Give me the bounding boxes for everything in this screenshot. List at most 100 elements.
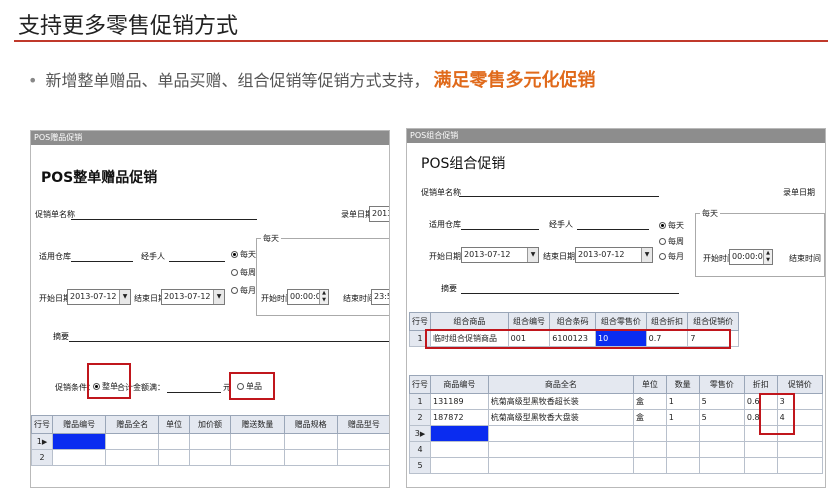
chevron-down-icon[interactable]: ▼: [527, 248, 538, 262]
table-cell[interactable]: [487, 425, 635, 442]
end-date-picker[interactable]: 2013-07-12 ▼: [161, 289, 225, 305]
start-time-input[interactable]: 00:00:00 ▲ ▼: [287, 289, 329, 305]
warehouse-input[interactable]: [71, 261, 133, 262]
freq-daily-radio[interactable]: 每天: [659, 220, 684, 231]
table-cell[interactable]: [743, 441, 778, 458]
freq-weekly-radio[interactable]: 每周: [231, 267, 256, 278]
total-amount-input[interactable]: [167, 392, 221, 393]
summary-input[interactable]: [461, 293, 679, 294]
table-cell[interactable]: [665, 441, 700, 458]
table-cell[interactable]: 1: [665, 393, 700, 410]
table-row[interactable]: 5: [409, 457, 824, 474]
entry-date-input[interactable]: 2013-07: [369, 206, 389, 222]
doc-name-input[interactable]: [459, 196, 659, 197]
table-row[interactable]: 1▶: [31, 433, 389, 450]
table-cell[interactable]: [105, 449, 160, 466]
table-cell[interactable]: [336, 449, 389, 466]
handler-input[interactable]: [169, 261, 225, 262]
spinner-icon[interactable]: ▲ ▼: [319, 290, 328, 304]
col-header[interactable]: 组合商品: [430, 312, 509, 331]
table-cell[interactable]: [230, 433, 285, 450]
freq-monthly-radio[interactable]: 每月: [659, 251, 684, 262]
col-header[interactable]: 促销价: [776, 375, 824, 394]
col-header[interactable]: 组合零售价: [595, 312, 647, 331]
summary-input[interactable]: [69, 341, 389, 342]
table-cell[interactable]: 5: [698, 393, 745, 410]
table-cell[interactable]: 盒: [633, 393, 667, 410]
col-header[interactable]: 行号: [409, 375, 431, 394]
table-cell[interactable]: [487, 457, 635, 474]
col-header[interactable]: 零售价: [698, 375, 745, 394]
table-cell[interactable]: [430, 441, 489, 458]
col-header[interactable]: 单位: [158, 415, 190, 434]
table-cell[interactable]: [105, 433, 160, 450]
table-cell[interactable]: [698, 457, 745, 474]
table-cell[interactable]: 5: [698, 409, 745, 426]
freq-weekly-radio[interactable]: 每周: [659, 236, 684, 247]
table-cell[interactable]: [633, 457, 667, 474]
table-cell[interactable]: [188, 449, 232, 466]
col-header[interactable]: 赠送数量: [230, 415, 285, 434]
table-cell[interactable]: [283, 433, 338, 450]
table-cell[interactable]: [158, 449, 190, 466]
col-header[interactable]: 赠品规格: [283, 415, 338, 434]
table-row[interactable]: 2: [31, 449, 389, 466]
freq-monthly-radio[interactable]: 每月: [231, 285, 256, 296]
table-cell[interactable]: [633, 441, 667, 458]
doc-name-input[interactable]: [71, 219, 257, 220]
col-header[interactable]: 加价额: [188, 415, 232, 434]
table-cell[interactable]: 杭菊高级型黑牧香超长装: [487, 393, 635, 410]
table-cell[interactable]: [430, 457, 489, 474]
table-cell[interactable]: [743, 457, 778, 474]
table-cell-selected[interactable]: [430, 425, 489, 442]
table-cell[interactable]: [698, 425, 745, 442]
start-time-input[interactable]: 00:00:00 ▲ ▼: [729, 249, 773, 265]
col-header[interactable]: 折扣: [743, 375, 778, 394]
bullet-text: 新增整单赠品、单品买赠、组合促销等促销方式支持，: [45, 71, 430, 90]
col-header[interactable]: 商品全名: [487, 375, 635, 394]
warehouse-input[interactable]: [461, 229, 539, 230]
col-header[interactable]: 组合折扣: [645, 312, 689, 331]
table-cell[interactable]: [158, 433, 190, 450]
table-cell[interactable]: [776, 457, 824, 474]
spinner-icon[interactable]: ▲ ▼: [763, 250, 772, 264]
table-cell[interactable]: [665, 457, 700, 474]
start-date-picker[interactable]: 2013-07-12 ▼: [67, 289, 131, 305]
table-cell[interactable]: 杭菊高级型黑牧香大盘装: [487, 409, 635, 426]
col-header[interactable]: 赠品编号: [51, 415, 107, 434]
table-cell[interactable]: [188, 433, 232, 450]
chevron-down-icon[interactable]: ▼: [213, 290, 224, 304]
start-date-picker[interactable]: 2013-07-12 ▼: [461, 247, 539, 263]
table-cell[interactable]: 131189: [430, 393, 489, 410]
col-header[interactable]: 行号: [409, 312, 431, 331]
col-header[interactable]: 商品编号: [430, 375, 489, 394]
table-cell[interactable]: 盒: [633, 409, 667, 426]
col-header[interactable]: 数量: [665, 375, 700, 394]
freq-daily-radio[interactable]: 每天: [231, 249, 256, 260]
table-cell[interactable]: [230, 449, 285, 466]
table-cell[interactable]: [698, 441, 745, 458]
chevron-down-icon[interactable]: ▼: [641, 248, 652, 262]
table-cell[interactable]: [336, 433, 389, 450]
col-header[interactable]: 赠品型号: [336, 415, 389, 434]
table-cell[interactable]: [776, 441, 824, 458]
table-row[interactable]: 4: [409, 441, 824, 458]
col-header[interactable]: 赠品全名: [105, 415, 160, 434]
col-header[interactable]: 组合促销价: [687, 312, 739, 331]
handler-input[interactable]: [577, 229, 649, 230]
col-header[interactable]: 单位: [633, 375, 667, 394]
table-cell[interactable]: [51, 449, 107, 466]
table-cell-selected[interactable]: [51, 433, 107, 450]
end-date-picker[interactable]: 2013-07-12 ▼: [575, 247, 653, 263]
col-header[interactable]: 组合条码: [549, 312, 597, 331]
table-cell[interactable]: 187872: [430, 409, 489, 426]
table-cell[interactable]: 1: [665, 409, 700, 426]
chevron-down-icon[interactable]: ▼: [119, 290, 130, 304]
table-cell[interactable]: [487, 441, 635, 458]
col-header[interactable]: 组合编号: [507, 312, 551, 331]
table-cell[interactable]: [283, 449, 338, 466]
col-header[interactable]: 行号: [31, 415, 53, 434]
end-time-input[interactable]: 23:59: [371, 289, 389, 305]
table-cell[interactable]: [633, 425, 667, 442]
table-cell[interactable]: [665, 425, 700, 442]
